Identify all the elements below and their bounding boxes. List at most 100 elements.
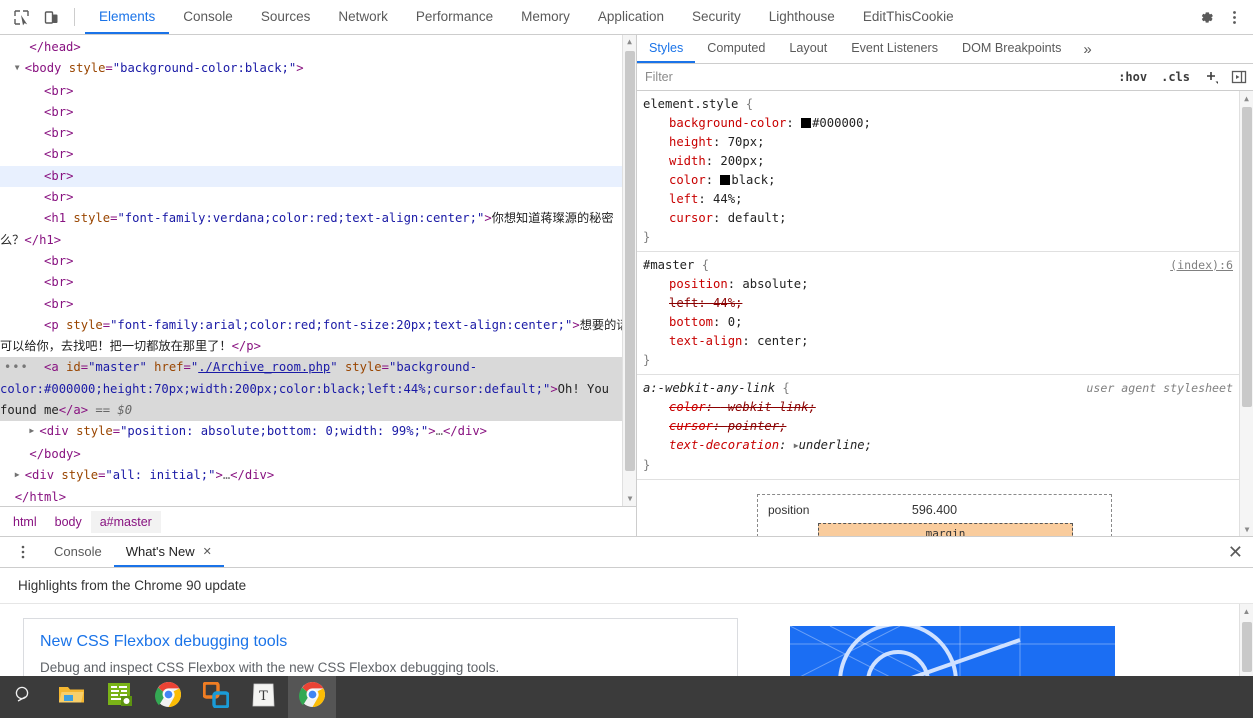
breadcrumb-item-a-master[interactable]: a#master	[90, 510, 161, 533]
dom-tree-row[interactable]: <br>	[0, 81, 636, 102]
declaration-property[interactable]: color	[669, 173, 706, 187]
taskbar-item-search[interactable]	[0, 676, 48, 718]
hov-toggle-button[interactable]: :hov	[1111, 70, 1154, 84]
tab-sources[interactable]: Sources	[247, 0, 325, 34]
dom-tree-row[interactable]: <br>	[0, 187, 636, 208]
expand-shorthand-icon[interactable]: ▶	[794, 436, 799, 455]
declaration-value[interactable]: center	[757, 334, 801, 348]
tab-console[interactable]: Console	[169, 0, 247, 34]
declaration-property[interactable]: background-color	[669, 116, 786, 130]
tab-lighthouse[interactable]: Lighthouse	[755, 0, 849, 34]
dom-tree-row[interactable]: </body>	[0, 444, 636, 465]
style-declaration[interactable]: color: black;	[643, 171, 1253, 190]
inspect-element-icon[interactable]	[8, 4, 34, 30]
whats-new-card-title[interactable]: New CSS Flexbox debugging tools	[40, 631, 721, 653]
dom-tree-row[interactable]: ▼ <body style="background-color:black;">	[0, 58, 636, 80]
declaration-value[interactable]: absolute	[742, 277, 801, 291]
taskbar-item-chrome-active[interactable]	[288, 676, 336, 718]
dom-tree-row[interactable]: <br>	[0, 144, 636, 165]
scroll-up-arrow-icon[interactable]: ▲	[623, 35, 636, 49]
style-declaration[interactable]: text-align: center;	[643, 332, 1253, 351]
declaration-value[interactable]: 200px	[720, 154, 757, 168]
declaration-value[interactable]: 44%	[713, 192, 735, 206]
declaration-property[interactable]: left	[669, 296, 698, 310]
dom-tree-row[interactable]: </head>	[0, 37, 636, 58]
declaration-property[interactable]: cursor	[669, 419, 713, 433]
kebab-menu-icon[interactable]	[1221, 4, 1247, 30]
declaration-value[interactable]: 70px	[728, 135, 757, 149]
style-rule-selector[interactable]: #master	[643, 258, 694, 272]
drawer-tab-console[interactable]: Console	[42, 537, 114, 567]
dom-tree[interactable]: </head> ▼ <body style="background-color:b…	[0, 35, 636, 506]
declaration-property[interactable]: height	[669, 135, 713, 149]
breadcrumb-item-body[interactable]: body	[46, 511, 91, 533]
dom-tree-row[interactable]: <br>	[0, 123, 636, 144]
style-rule[interactable]: #master {(index):6 position: absolute; lef…	[637, 252, 1253, 375]
device-toolbar-icon[interactable]	[38, 4, 64, 30]
breadcrumb-item-html[interactable]: html	[4, 511, 46, 533]
dom-tree-row[interactable]: <br>	[0, 251, 636, 272]
scroll-up-arrow-icon[interactable]: ▲	[1240, 604, 1253, 618]
declaration-property[interactable]: left	[669, 192, 698, 206]
style-declaration[interactable]: cursor: default;	[643, 209, 1253, 228]
kebab-menu-icon[interactable]	[0, 537, 42, 567]
styles-scrollbar[interactable]: ▲ ▼	[1239, 91, 1253, 536]
declaration-property[interactable]: color	[669, 400, 706, 414]
panel-toggle-icon[interactable]	[1225, 69, 1253, 85]
dom-tree-row[interactable]: <br>	[0, 294, 636, 315]
declaration-property[interactable]: text-decoration	[669, 438, 779, 452]
declaration-property[interactable]: bottom	[669, 315, 713, 329]
declaration-value[interactable]: #000000	[812, 116, 863, 130]
declaration-property[interactable]: position	[669, 277, 728, 291]
styles-tab-layout[interactable]: Layout	[777, 35, 839, 63]
taskbar-item-file-explorer[interactable]	[48, 676, 96, 718]
close-tab-icon[interactable]: ✕	[203, 545, 212, 558]
declaration-property[interactable]: cursor	[669, 211, 713, 225]
dom-tree-row[interactable]: <p style="font-family:arial;color:red;fo…	[0, 315, 636, 358]
tab-performance[interactable]: Performance	[402, 0, 507, 34]
scroll-down-arrow-icon[interactable]: ▼	[623, 492, 636, 506]
style-declaration[interactable]: position: absolute;	[643, 275, 1253, 294]
drawer-tab-what-s-new[interactable]: What's New ✕	[113, 537, 224, 567]
styles-more-tabs-icon[interactable]: »	[1073, 35, 1101, 63]
declaration-value[interactable]: pointer	[728, 419, 779, 433]
scrollbar-thumb[interactable]	[1242, 622, 1252, 672]
whats-new-card[interactable]: New CSS Flexbox debugging tools Debug an…	[23, 618, 738, 676]
style-declaration[interactable]: left: 44%;	[643, 294, 1253, 313]
taskbar-item-vmware[interactable]	[192, 676, 240, 718]
tab-network[interactable]: Network	[324, 0, 402, 34]
taskbar-item-chrome[interactable]	[144, 676, 192, 718]
style-rule[interactable]: a:-webkit-any-link {user agent styleshee…	[637, 375, 1253, 480]
style-declaration[interactable]: background-color: #000000;	[643, 114, 1253, 133]
declaration-value[interactable]: 0	[728, 315, 735, 329]
style-declaration[interactable]: text-decoration: ▶ underline;	[643, 436, 1253, 456]
tab-application[interactable]: Application	[584, 0, 678, 34]
gear-icon[interactable]	[1193, 4, 1219, 30]
declaration-value[interactable]: underline	[799, 438, 865, 452]
style-declaration[interactable]: width: 200px;	[643, 152, 1253, 171]
styles-rules-list[interactable]: element.style {background-color: #000000…	[637, 91, 1253, 536]
dom-tree-row[interactable]: </html>	[0, 487, 636, 506]
whats-new-scrollbar[interactable]: ▲	[1239, 604, 1253, 676]
cls-toggle-button[interactable]: .cls	[1154, 70, 1197, 84]
style-declaration[interactable]: cursor: pointer;	[643, 417, 1253, 436]
style-rule[interactable]: element.style {background-color: #000000…	[637, 91, 1253, 252]
tab-elements[interactable]: Elements	[85, 0, 170, 34]
dom-tree-row[interactable]: ▶ <div style="position: absolute;bottom: …	[0, 421, 636, 443]
style-declaration[interactable]: height: 70px;	[643, 133, 1253, 152]
taskbar-item-text-editor[interactable]: T	[240, 676, 288, 718]
declaration-property[interactable]: width	[669, 154, 706, 168]
style-declaration[interactable]: bottom: 0;	[643, 313, 1253, 332]
declaration-value[interactable]: -webkit-link	[720, 400, 808, 414]
tab-memory[interactable]: Memory	[507, 0, 584, 34]
close-drawer-icon[interactable]: ✕	[1228, 543, 1243, 561]
declaration-value[interactable]: black	[731, 173, 768, 187]
styles-tab-computed[interactable]: Computed	[695, 35, 777, 63]
declaration-property[interactable]: text-align	[669, 334, 742, 348]
new-style-rule-button[interactable]	[1197, 69, 1225, 85]
styles-tab-styles[interactable]: Styles	[637, 35, 696, 63]
dom-tree-row[interactable]: <br>	[0, 272, 636, 293]
dom-tree-row[interactable]: <br>	[0, 165, 636, 188]
declaration-value[interactable]: 44%	[713, 296, 735, 310]
declaration-value[interactable]: default	[728, 211, 779, 225]
